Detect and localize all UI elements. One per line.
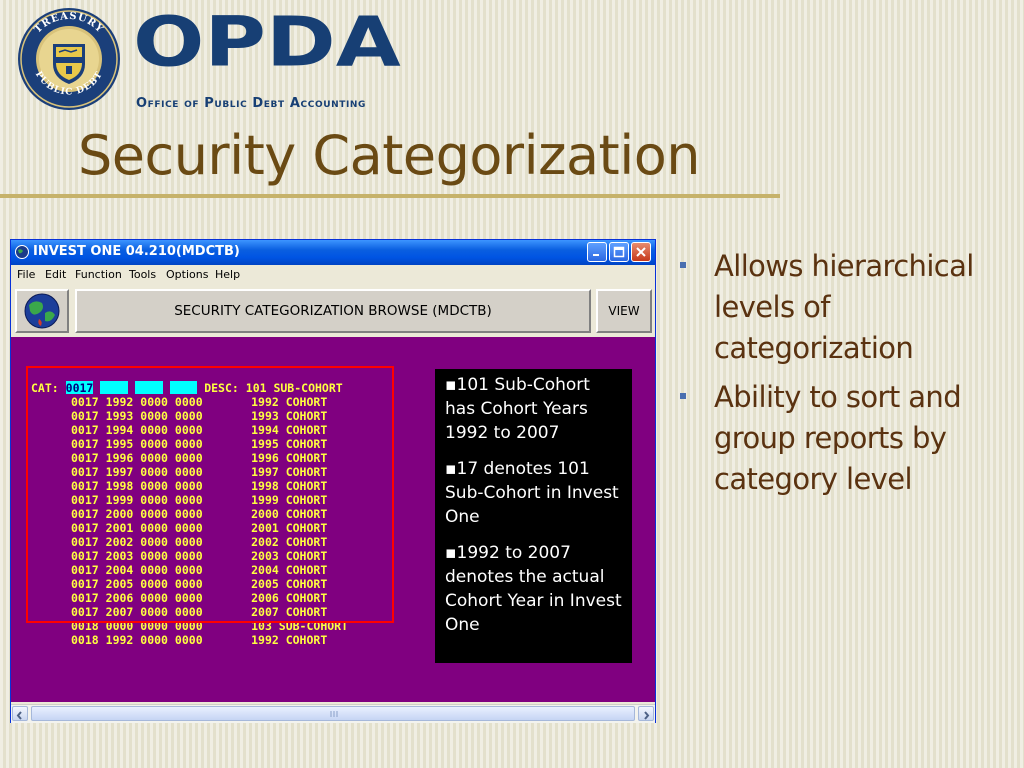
menu-function[interactable]: Function <box>75 268 122 281</box>
chevron-right-icon <box>644 711 650 720</box>
title-divider <box>0 194 780 198</box>
menu-options[interactable]: Options <box>166 268 208 281</box>
bullet-marker-icon <box>680 393 686 399</box>
minimize-button[interactable] <box>587 242 607 262</box>
chevron-left-icon <box>16 711 22 720</box>
app-globe-icon <box>15 245 29 259</box>
minimize-icon <box>593 254 599 256</box>
annotation-note-1: ▪101 Sub-Cohort has Cohort Years 1992 to… <box>445 375 590 443</box>
row-year: 1992 <box>105 633 134 647</box>
horizontal-scrollbar[interactable] <box>11 704 655 723</box>
menu-tools[interactable]: Tools <box>129 268 156 281</box>
treasury-seal-logo: TREASURY PUBLIC DEBT <box>18 8 120 110</box>
maximize-icon <box>613 246 625 258</box>
terminal-screen: CAT: 0017 DESC: 101 SUB-COHORT 0017 1992… <box>11 337 655 702</box>
globe-icon <box>24 293 60 329</box>
grip-icon <box>330 711 338 717</box>
row-level-4: 0000 <box>174 633 203 647</box>
scroll-thumb[interactable] <box>31 706 635 721</box>
bullet-list: Allows hierarchical levels of categoriza… <box>676 246 1016 508</box>
opda-logo-text: OPDA <box>133 1 401 83</box>
bullet-marker-icon <box>680 262 686 268</box>
category-row[interactable]: 0018 1992 0000 0000 1992 COHORT <box>71 633 327 647</box>
globe-button[interactable] <box>15 289 69 333</box>
menu-help[interactable]: Help <box>215 268 240 281</box>
scroll-left-button[interactable] <box>12 706 28 721</box>
annotation-note-2: ▪17 denotes 101 Sub-Cohort in Invest One <box>445 459 619 527</box>
annotation-note-3: ▪1992 to 2007 denotes the actual Cohort … <box>445 543 622 635</box>
bullet-item: Ability to sort and group reports by cat… <box>676 377 1016 500</box>
bullet-text: Allows hierarchical levels of categoriza… <box>714 249 974 365</box>
invest-one-window: INVEST ONE 04.210(MDCTB) File Edit Funct… <box>10 239 656 723</box>
window-title: INVEST ONE 04.210(MDCTB) <box>33 244 240 259</box>
row-level-3: 0000 <box>140 633 168 647</box>
view-button[interactable]: VIEW <box>596 289 652 333</box>
close-icon <box>636 247 646 257</box>
bullet-text: Ability to sort and group reports by cat… <box>714 380 962 496</box>
screen-toolbar: SECURITY CATEGORIZATION BROWSE (MDCTB) V… <box>11 285 655 337</box>
highlight-box <box>26 366 394 623</box>
bullet-item: Allows hierarchical levels of categoriza… <box>676 246 1016 369</box>
menu-bar: File Edit Function Tools Options Help <box>11 265 655 285</box>
slide-title: Security Categorization <box>78 124 701 187</box>
annotation-box: ▪101 Sub-Cohort has Cohort Years 1992 to… <box>435 369 632 663</box>
maximize-button[interactable] <box>609 242 629 262</box>
menu-edit[interactable]: Edit <box>45 268 66 281</box>
close-button[interactable] <box>631 242 651 262</box>
window-titlebar[interactable]: INVEST ONE 04.210(MDCTB) <box>11 240 655 265</box>
row-desc: 1992 COHORT <box>251 633 328 647</box>
screen-title-panel: SECURITY CATEGORIZATION BROWSE (MDCTB) <box>75 289 591 333</box>
row-code: 0018 <box>71 633 99 647</box>
menu-file[interactable]: File <box>17 268 35 281</box>
opda-logo-subtitle: Office of Public Debt Accounting <box>136 96 367 111</box>
scroll-right-button[interactable] <box>638 706 654 721</box>
